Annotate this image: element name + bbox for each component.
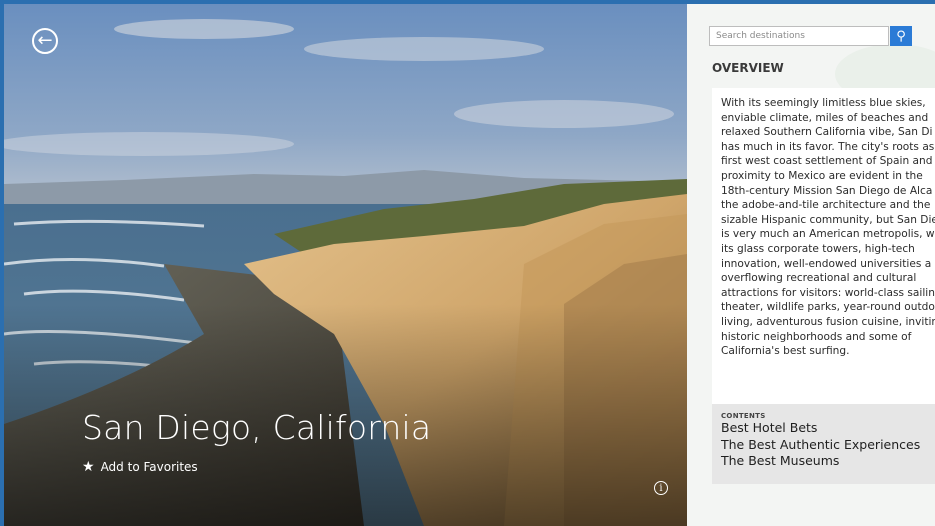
contents-item-museums[interactable]: The Best Museums [721, 453, 935, 470]
contents-item-experiences[interactable]: The Best Authentic Experiences [721, 437, 935, 454]
contents-item-hotels[interactable]: Best Hotel Bets [721, 420, 935, 437]
overview-heading: OVERVIEW [712, 61, 784, 75]
page-title: San Diego, California [82, 408, 432, 447]
contents-label: CONTENTS [721, 412, 766, 420]
back-button[interactable]: ← [32, 28, 58, 54]
search-input[interactable]: Search destinations [709, 26, 889, 46]
app-window: ← San Diego, California ★ Add to Favorit… [4, 4, 935, 526]
search-icon: ⚲ [896, 28, 906, 44]
info-button[interactable]: i [654, 481, 668, 495]
info-icon: i [659, 482, 663, 494]
coastline-photo [4, 4, 687, 526]
contents-card: CONTENTS Best Hotel Bets The Best Authen… [712, 404, 935, 484]
detail-panel: Search destinations ⚲ OVERVIEW With its … [687, 4, 935, 526]
back-arrow-icon: ← [37, 30, 53, 51]
overview-text: With its seemingly limitless blue skies,… [721, 97, 935, 358]
add-to-favorites-button[interactable]: ★ Add to Favorites [82, 460, 198, 474]
search-button[interactable]: ⚲ [890, 26, 912, 46]
star-icon: ★ [82, 459, 95, 475]
search-placeholder: Search destinations [716, 31, 805, 41]
overview-card: With its seemingly limitless blue skies,… [712, 88, 935, 414]
hero-image: ← San Diego, California ★ Add to Favorit… [4, 4, 687, 526]
add-to-favorites-label: Add to Favorites [100, 460, 198, 474]
